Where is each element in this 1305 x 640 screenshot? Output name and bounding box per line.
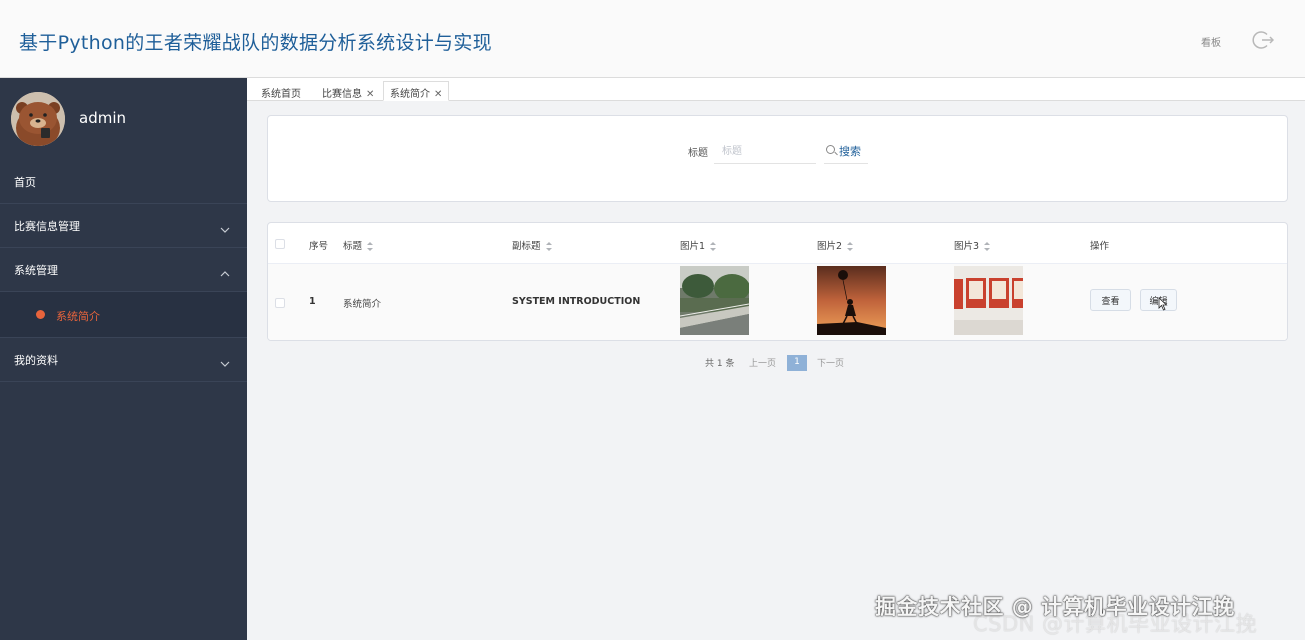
- row-subtitle: SYSTEM INTRODUCTION: [512, 296, 641, 307]
- table-row: 1 系统简介 SYSTEM INTRODUCTION 查看 编辑: [268, 264, 1287, 340]
- column-header-image2[interactable]: 图片2: [817, 238, 854, 252]
- sidebar-item-label: 首页: [14, 176, 36, 189]
- sidebar-item-system[interactable]: 系统管理: [0, 248, 247, 292]
- column-header-label: 标题: [343, 241, 363, 252]
- profile: admin: [0, 78, 247, 160]
- sidebar-item-home[interactable]: 首页: [0, 160, 247, 204]
- sidebar-item-match-info[interactable]: 比赛信息管理: [0, 204, 247, 248]
- column-header-label: 副标题: [512, 241, 541, 252]
- column-header-subtitle[interactable]: 副标题: [512, 238, 552, 252]
- watermark-juejin: 掘金技术社区 @ 计算机毕业设计江挽: [875, 595, 1235, 619]
- mouse-cursor-icon: [1158, 297, 1168, 311]
- sort-icon[interactable]: [545, 242, 552, 251]
- column-header-index: 序号: [309, 241, 329, 252]
- sort-icon[interactable]: [367, 242, 374, 251]
- search-icon: [826, 145, 835, 154]
- active-dot-icon: [36, 310, 45, 319]
- top-header: 基于Python的王者荣耀战队的数据分析系统设计与实现 看板: [0, 0, 1305, 78]
- sort-icon[interactable]: [984, 242, 991, 251]
- row-image-1[interactable]: [680, 266, 749, 335]
- sidebar-item-label: 比赛信息管理: [14, 220, 80, 233]
- sort-icon[interactable]: [710, 242, 717, 251]
- chevron-down-icon: [220, 354, 230, 367]
- avatar[interactable]: [11, 92, 65, 146]
- data-table: 序号 标题 副标题 图片1 图片2 图片3 操作 1 系统简介 SYSTEM I…: [267, 222, 1288, 341]
- row-image-3[interactable]: [954, 266, 1023, 335]
- row-image-2[interactable]: [817, 266, 886, 335]
- tab-system-intro[interactable]: 系统简介 ✕: [383, 81, 450, 101]
- username: admin: [79, 109, 126, 127]
- tab-bar: 系统首页 比赛信息 ✕ 系统简介 ✕: [247, 78, 1305, 101]
- table-header: 序号 标题 副标题 图片1 图片2 图片3 操作: [268, 223, 1287, 264]
- tab-label: 系统简介: [390, 89, 430, 100]
- chevron-up-icon: [220, 264, 230, 277]
- select-all-checkbox[interactable]: [275, 239, 285, 249]
- column-header-label: 图片3: [954, 241, 980, 252]
- search-button-label: 搜索: [839, 145, 861, 158]
- tab-label: 比赛信息: [322, 89, 362, 100]
- column-header-image3[interactable]: 图片3: [954, 238, 991, 252]
- column-header-label: 图片2: [817, 241, 843, 252]
- sidebar-item-label: 我的资料: [14, 354, 58, 367]
- close-icon[interactable]: ✕: [366, 89, 374, 100]
- page-number-button[interactable]: 1: [787, 355, 807, 371]
- chevron-down-icon: [220, 220, 230, 233]
- column-header-title[interactable]: 标题: [343, 238, 374, 252]
- tab-system-home[interactable]: 系统首页: [254, 81, 308, 101]
- column-header-image1[interactable]: 图片1: [680, 238, 717, 252]
- row-title: 系统简介: [343, 299, 382, 310]
- next-page-button[interactable]: 下一页: [817, 356, 844, 369]
- pagination-total: 共 1 条: [705, 359, 735, 369]
- tab-label: 系统首页: [261, 89, 301, 100]
- column-header-actions: 操作: [1090, 241, 1110, 252]
- tab-match-info[interactable]: 比赛信息 ✕: [315, 81, 381, 101]
- sidebar-item-label: 系统管理: [14, 264, 58, 277]
- dashboard-link[interactable]: 看板: [1201, 34, 1221, 49]
- row-checkbox[interactable]: [275, 298, 285, 308]
- row-index: 1: [309, 296, 316, 307]
- title-search-input[interactable]: [714, 139, 816, 164]
- sidebar-subitem-system-intro[interactable]: 系统简介: [0, 292, 247, 338]
- sidebar-subitem-label: 系统简介: [56, 310, 100, 323]
- prev-page-button[interactable]: 上一页: [749, 356, 776, 369]
- logout-icon[interactable]: [1252, 29, 1275, 51]
- view-button[interactable]: 查看: [1090, 289, 1131, 311]
- sort-icon[interactable]: [847, 242, 854, 251]
- sidebar: admin 首页 比赛信息管理 系统管理 系统简介 我的资料: [0, 78, 247, 640]
- search-button[interactable]: 搜索: [824, 140, 868, 164]
- search-panel: 标题 搜索: [267, 115, 1288, 202]
- sidebar-item-my-profile[interactable]: 我的资料: [0, 338, 247, 382]
- close-icon[interactable]: ✕: [434, 89, 442, 100]
- search-label: 标题: [688, 148, 708, 159]
- column-header-label: 图片1: [680, 241, 706, 252]
- app-title: 基于Python的王者荣耀战队的数据分析系统设计与实现: [19, 32, 492, 54]
